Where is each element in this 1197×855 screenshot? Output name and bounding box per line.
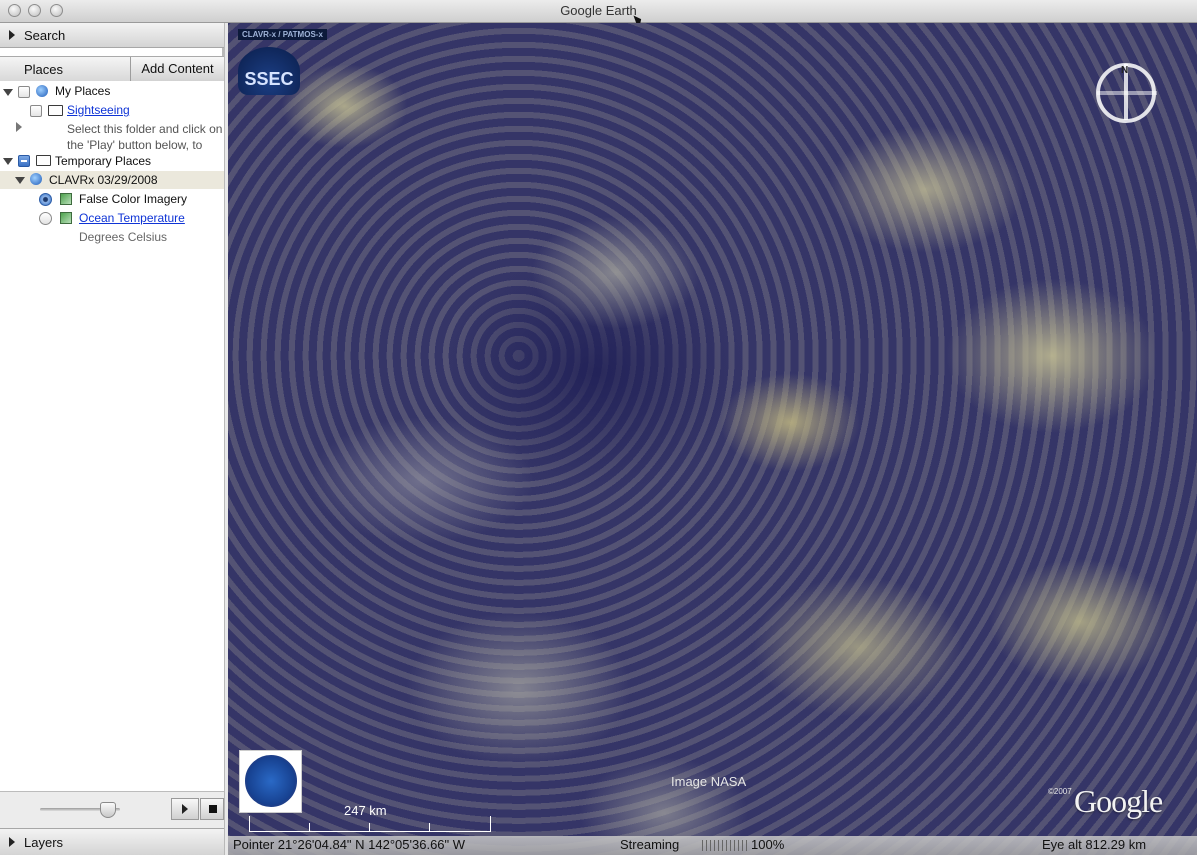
- add-content-button[interactable]: Add Content: [130, 57, 224, 81]
- ocean-temperature-description: Degrees Celsius: [79, 230, 168, 244]
- status-bar: Pointer 21°26'04.84" N 142°05'36.66" W S…: [228, 836, 1197, 855]
- copyright-year: ©2007: [1048, 787, 1072, 796]
- tree-item-temporary-places[interactable]: Temporary Places: [55, 154, 151, 168]
- image-overlay-icon: [60, 193, 72, 205]
- my-places-checkbox[interactable]: [18, 86, 30, 98]
- title-bar: Google Earth: [0, 0, 1197, 31]
- clavr-patmos-tag: CLAVR-x / PATMOS-x: [238, 29, 327, 40]
- false-color-radio[interactable]: [39, 193, 52, 206]
- earth-3d-view[interactable]: CLAVR-x / PATMOS-x SSEC N Image NASA 247…: [228, 23, 1197, 855]
- tree-item-my-places[interactable]: My Places: [55, 84, 110, 98]
- play-tour-button[interactable]: [171, 798, 199, 820]
- image-overlay-icon: [60, 212, 72, 224]
- folder-icon: [48, 105, 63, 116]
- window-title: Google Earth: [560, 3, 637, 18]
- sidebar: Search Places Add Content My Places Sigh…: [0, 23, 225, 855]
- search-panel-label: Search: [24, 28, 66, 43]
- disclosure-right-icon[interactable]: [9, 30, 15, 40]
- disclosure-right-icon[interactable]: [9, 837, 15, 847]
- ocean-temperature-radio[interactable]: [39, 212, 52, 225]
- sightseeing-description-line-1: Select this folder and click on: [67, 122, 223, 136]
- tour-speed-slider-knob[interactable]: [100, 802, 116, 818]
- sightseeing-description-line-2: the 'Play' button below, to: [67, 138, 203, 152]
- expand-sightseeing-icon[interactable]: [16, 122, 22, 132]
- tour-controls: [0, 791, 224, 828]
- google-logo: Google: [1074, 783, 1163, 819]
- places-tree: My Places Sightseeing Select this folder…: [0, 81, 224, 791]
- folder-icon: [36, 155, 51, 166]
- stop-tour-button[interactable]: [200, 798, 224, 820]
- noaa-emblem-icon: [245, 755, 297, 807]
- tree-item-sightseeing[interactable]: Sightseeing: [67, 103, 130, 117]
- scale-tick: [309, 823, 310, 831]
- temporary-places-checkbox[interactable]: [18, 155, 30, 167]
- globe-icon: [30, 173, 42, 185]
- stop-icon: [209, 805, 217, 813]
- tree-item-false-color[interactable]: False Color Imagery: [79, 192, 187, 206]
- scale-tick: [369, 823, 370, 831]
- scale-tick: [429, 823, 430, 831]
- ssec-logo: SSEC: [238, 47, 300, 95]
- expand-clavrx-icon[interactable]: [15, 177, 25, 184]
- pointer-coordinates: Pointer 21°26'04.84" N 142°05'36.66" W: [233, 837, 466, 852]
- sightseeing-checkbox[interactable]: [30, 105, 42, 117]
- layers-panel-header[interactable]: Layers: [0, 828, 224, 855]
- expand-my-places-icon[interactable]: [3, 89, 13, 96]
- compass-north-label: N: [1121, 65, 1129, 76]
- navigation-compass-icon[interactable]: N: [1096, 63, 1157, 123]
- scale-bar: [249, 816, 491, 832]
- tree-item-ocean-temperature[interactable]: Ocean Temperature: [79, 211, 185, 225]
- eye-altitude: Eye alt 812.29 km: [1042, 837, 1147, 852]
- tree-item-clavrx[interactable]: CLAVRx 03/29/2008: [49, 173, 158, 187]
- streaming-label: Streaming: [620, 837, 680, 852]
- streaming-meter: [702, 840, 750, 851]
- places-panel-header[interactable]: Places Add Content: [0, 56, 224, 82]
- image-credit: Image NASA: [671, 774, 747, 789]
- search-panel-header[interactable]: Search: [0, 23, 224, 48]
- play-icon: [182, 804, 188, 814]
- layers-panel-label: Layers: [24, 835, 64, 850]
- globe-icon: [36, 85, 48, 97]
- places-panel-label: Places: [24, 62, 64, 77]
- expand-temporary-places-icon[interactable]: [3, 158, 13, 165]
- noaa-logo: [239, 750, 302, 813]
- streaming-percent: 100%: [751, 837, 785, 852]
